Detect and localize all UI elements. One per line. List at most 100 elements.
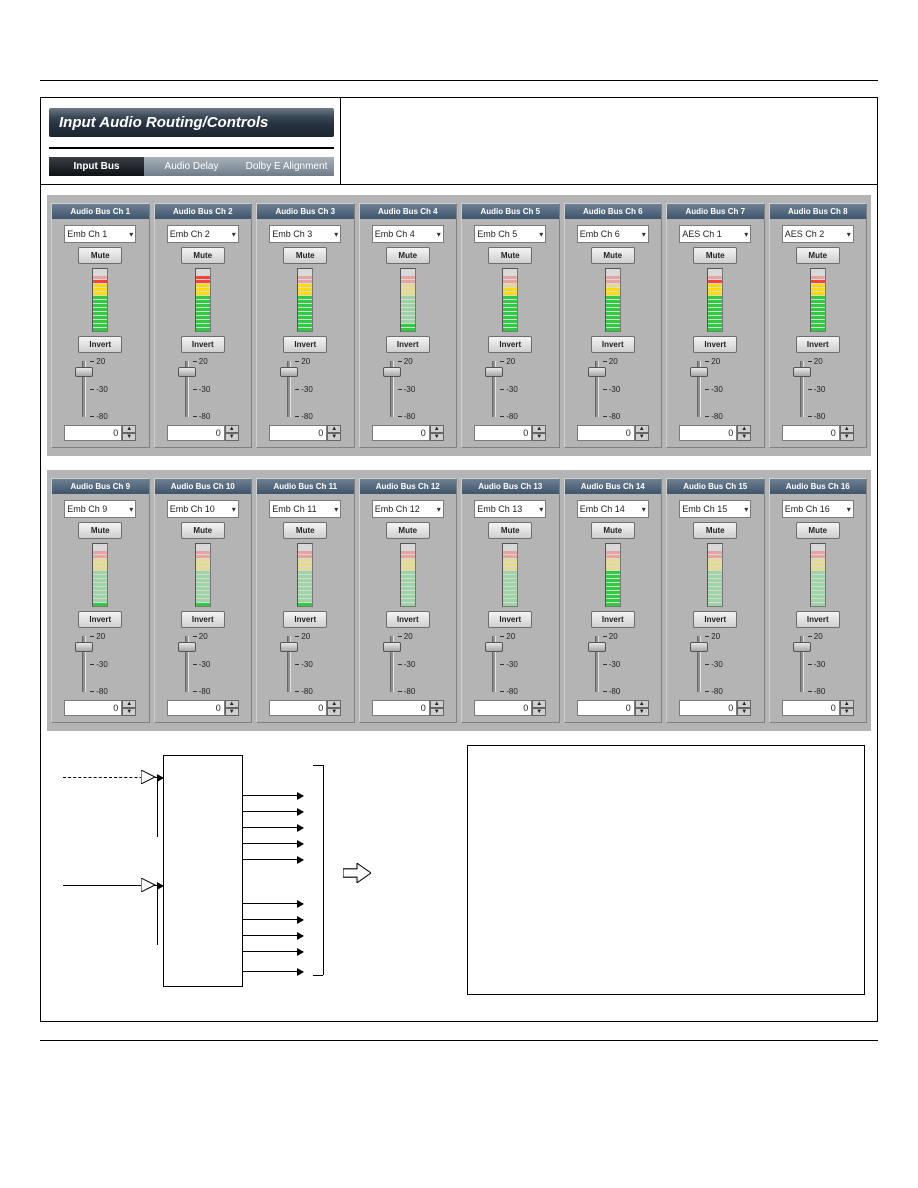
gain-slider[interactable]: 20-30-80 [585, 357, 641, 421]
source-select[interactable]: Emb Ch 5▾ [474, 225, 546, 243]
mute-button[interactable]: Mute [283, 522, 327, 539]
mute-button[interactable]: Mute [78, 522, 122, 539]
spin-down-icon[interactable]: ▼ [635, 433, 649, 441]
spin-up-icon[interactable]: ▲ [327, 700, 341, 708]
gain-slider[interactable]: 20-30-80 [277, 357, 333, 421]
invert-button[interactable]: Invert [693, 611, 737, 628]
source-select[interactable]: Emb Ch 4▾ [372, 225, 444, 243]
mute-button[interactable]: Mute [78, 247, 122, 264]
gain-slider[interactable]: 20-30-80 [585, 632, 641, 696]
mute-button[interactable]: Mute [181, 522, 225, 539]
spin-up-icon[interactable]: ▲ [122, 425, 136, 433]
tab-audio-delay[interactable]: Audio Delay [144, 157, 239, 176]
mute-button[interactable]: Mute [386, 247, 430, 264]
gain-slider[interactable]: 20-30-80 [687, 357, 743, 421]
mute-button[interactable]: Mute [591, 522, 635, 539]
invert-button[interactable]: Invert [796, 336, 840, 353]
gain-spinbox[interactable]: 0▲▼ [372, 425, 444, 441]
source-select[interactable]: Emb Ch 11▾ [269, 500, 341, 518]
gain-slider[interactable]: 20-30-80 [277, 632, 333, 696]
spin-up-icon[interactable]: ▲ [737, 700, 751, 708]
gain-spinbox[interactable]: 0▲▼ [372, 700, 444, 716]
gain-spinbox[interactable]: 0▲▼ [269, 700, 341, 716]
spin-up-icon[interactable]: ▲ [737, 425, 751, 433]
spin-down-icon[interactable]: ▼ [225, 708, 239, 716]
invert-button[interactable]: Invert [386, 611, 430, 628]
source-select[interactable]: Emb Ch 1▾ [64, 225, 136, 243]
source-select[interactable]: Emb Ch 13▾ [474, 500, 546, 518]
spin-down-icon[interactable]: ▼ [635, 708, 649, 716]
source-select[interactable]: Emb Ch 2▾ [167, 225, 239, 243]
gain-slider[interactable]: 20-30-80 [175, 357, 231, 421]
invert-button[interactable]: Invert [488, 611, 532, 628]
gain-spinbox[interactable]: 0▲▼ [474, 425, 546, 441]
spin-down-icon[interactable]: ▼ [122, 708, 136, 716]
invert-button[interactable]: Invert [591, 336, 635, 353]
gain-spinbox[interactable]: 0▲▼ [64, 700, 136, 716]
gain-spinbox[interactable]: 0▲▼ [64, 425, 136, 441]
spin-down-icon[interactable]: ▼ [430, 708, 444, 716]
spin-down-icon[interactable]: ▼ [327, 433, 341, 441]
mute-button[interactable]: Mute [693, 522, 737, 539]
gain-spinbox[interactable]: 0▲▼ [577, 425, 649, 441]
spin-up-icon[interactable]: ▲ [532, 700, 546, 708]
spin-up-icon[interactable]: ▲ [225, 700, 239, 708]
spin-up-icon[interactable]: ▲ [840, 700, 854, 708]
invert-button[interactable]: Invert [283, 336, 327, 353]
gain-spinbox[interactable]: 0▲▼ [679, 425, 751, 441]
spin-down-icon[interactable]: ▼ [327, 708, 341, 716]
source-select[interactable]: Emb Ch 12▾ [372, 500, 444, 518]
source-select[interactable]: AES Ch 2▾ [782, 225, 854, 243]
mute-button[interactable]: Mute [283, 247, 327, 264]
spin-up-icon[interactable]: ▲ [430, 425, 444, 433]
gain-slider[interactable]: 20-30-80 [482, 632, 538, 696]
gain-spinbox[interactable]: 0▲▼ [679, 700, 751, 716]
mute-button[interactable]: Mute [488, 247, 532, 264]
source-select[interactable]: Emb Ch 6▾ [577, 225, 649, 243]
invert-button[interactable]: Invert [693, 336, 737, 353]
mute-button[interactable]: Mute [591, 247, 635, 264]
invert-button[interactable]: Invert [78, 611, 122, 628]
gain-slider[interactable]: 20-30-80 [380, 632, 436, 696]
mute-button[interactable]: Mute [693, 247, 737, 264]
source-select[interactable]: Emb Ch 9▾ [64, 500, 136, 518]
gain-spinbox[interactable]: 0▲▼ [167, 425, 239, 441]
gain-spinbox[interactable]: 0▲▼ [167, 700, 239, 716]
spin-down-icon[interactable]: ▼ [122, 433, 136, 441]
spin-down-icon[interactable]: ▼ [737, 708, 751, 716]
spin-up-icon[interactable]: ▲ [327, 425, 341, 433]
invert-button[interactable]: Invert [78, 336, 122, 353]
gain-slider[interactable]: 20-30-80 [380, 357, 436, 421]
mute-button[interactable]: Mute [796, 522, 840, 539]
spin-up-icon[interactable]: ▲ [225, 425, 239, 433]
invert-button[interactable]: Invert [181, 336, 225, 353]
mute-button[interactable]: Mute [796, 247, 840, 264]
spin-up-icon[interactable]: ▲ [430, 700, 444, 708]
gain-spinbox[interactable]: 0▲▼ [782, 425, 854, 441]
source-select[interactable]: Emb Ch 14▾ [577, 500, 649, 518]
gain-slider[interactable]: 20-30-80 [72, 632, 128, 696]
spin-down-icon[interactable]: ▼ [430, 433, 444, 441]
source-select[interactable]: AES Ch 1▾ [679, 225, 751, 243]
mute-button[interactable]: Mute [386, 522, 430, 539]
invert-button[interactable]: Invert [488, 336, 532, 353]
invert-button[interactable]: Invert [386, 336, 430, 353]
gain-slider[interactable]: 20-30-80 [175, 632, 231, 696]
spin-down-icon[interactable]: ▼ [840, 433, 854, 441]
spin-up-icon[interactable]: ▲ [635, 425, 649, 433]
gain-spinbox[interactable]: 0▲▼ [474, 700, 546, 716]
source-select[interactable]: Emb Ch 10▾ [167, 500, 239, 518]
source-select[interactable]: Emb Ch 16▾ [782, 500, 854, 518]
invert-button[interactable]: Invert [283, 611, 327, 628]
spin-up-icon[interactable]: ▲ [635, 700, 649, 708]
gain-slider[interactable]: 20-30-80 [72, 357, 128, 421]
gain-slider[interactable]: 20-30-80 [687, 632, 743, 696]
spin-down-icon[interactable]: ▼ [840, 708, 854, 716]
mute-button[interactable]: Mute [488, 522, 532, 539]
gain-spinbox[interactable]: 0▲▼ [269, 425, 341, 441]
invert-button[interactable]: Invert [591, 611, 635, 628]
source-select[interactable]: Emb Ch 3▾ [269, 225, 341, 243]
spin-up-icon[interactable]: ▲ [532, 425, 546, 433]
mute-button[interactable]: Mute [181, 247, 225, 264]
source-select[interactable]: Emb Ch 15▾ [679, 500, 751, 518]
